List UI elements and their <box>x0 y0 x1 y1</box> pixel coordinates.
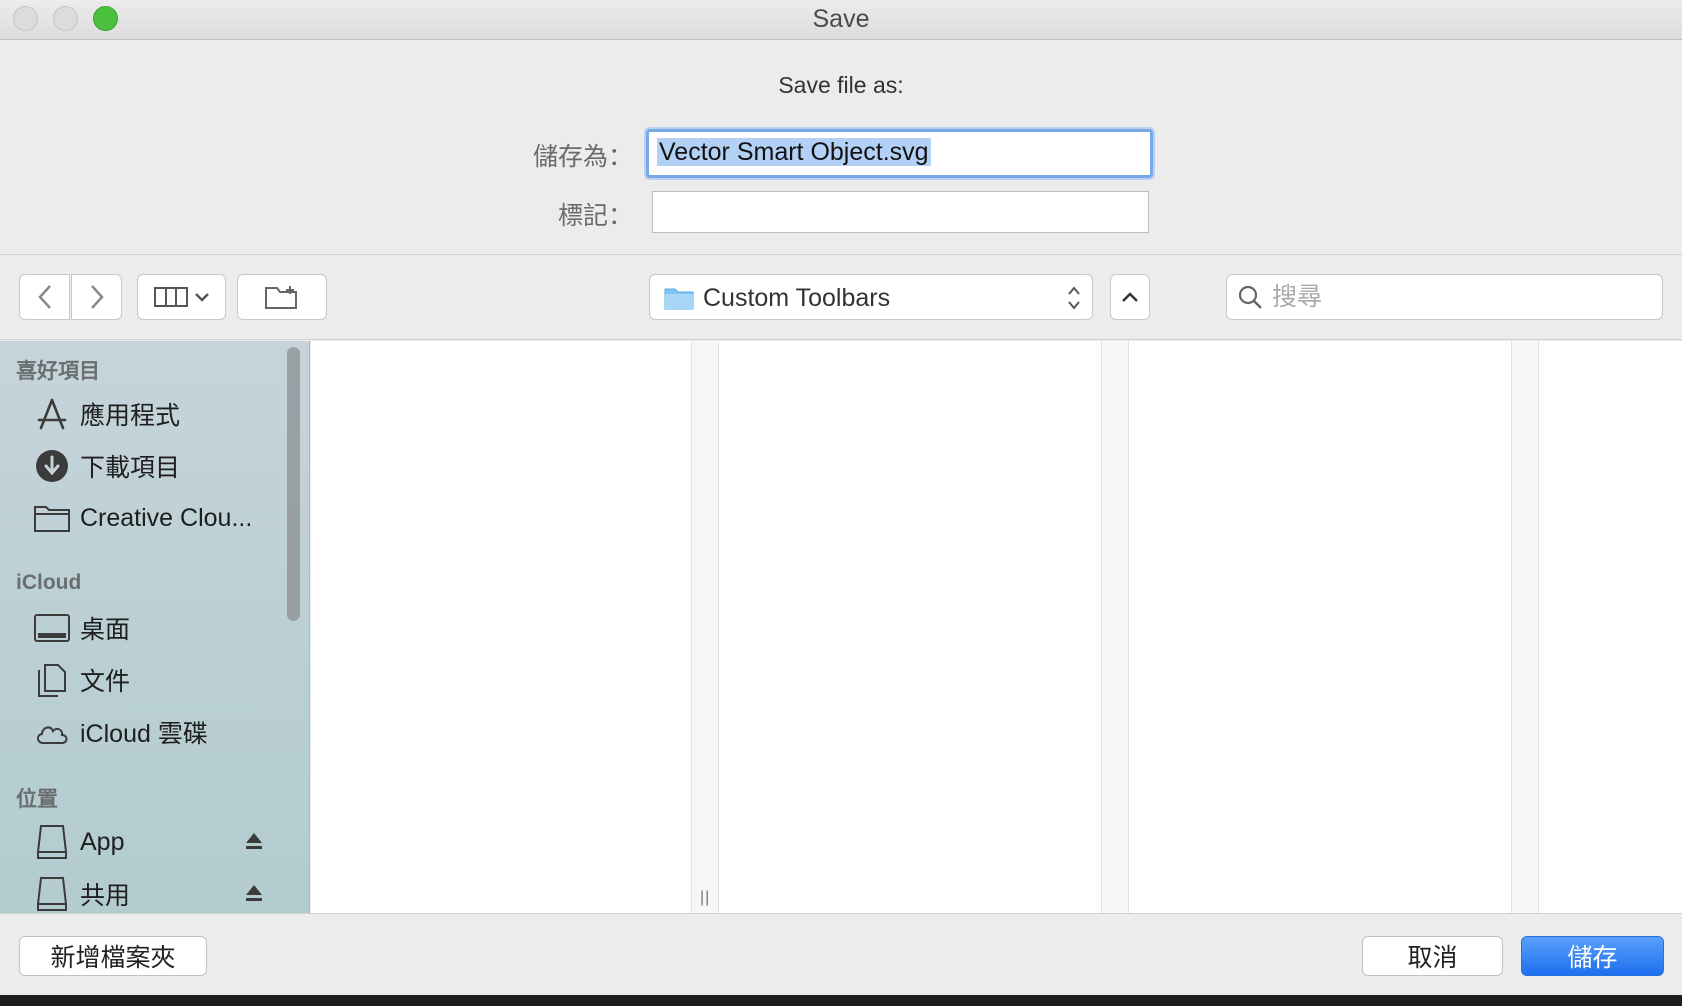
eject-icon[interactable] <box>244 883 264 903</box>
sidebar-item-label: 應用程式 <box>80 402 181 430</box>
sidebar-item-label: Creative Clou... <box>80 503 253 532</box>
save-form: Save file as: 儲存為： Vector Smart Object.s… <box>0 41 1682 255</box>
sidebar-item-app-volume[interactable]: App <box>34 822 274 862</box>
back-button[interactable] <box>19 274 70 320</box>
sidebar-item-label: 下載項目 <box>80 454 181 482</box>
sidebar-item-desktop[interactable]: 桌面 <box>34 608 274 648</box>
desktop-icon <box>34 610 70 646</box>
downloads-icon <box>34 448 70 484</box>
save-button[interactable]: 儲存 <box>1521 936 1664 976</box>
expand-collapse-button[interactable] <box>1110 274 1150 320</box>
bottom-bar: 新增檔案夾 取消 儲存 <box>0 913 1682 995</box>
window-title: Save <box>812 5 870 33</box>
sidebar-item-label: App <box>80 827 125 856</box>
view-options-button[interactable] <box>137 274 226 320</box>
sidebar-item-creative-cloud[interactable]: Creative Clou... <box>34 498 274 538</box>
search-field[interactable] <box>1226 274 1663 320</box>
chevron-right-icon <box>90 285 104 309</box>
column-divider[interactable] <box>1511 341 1539 913</box>
location-popup[interactable]: Custom Toolbars <box>649 274 1093 320</box>
save-dialog: Save Save file as: 儲存為： Vector Smart Obj… <box>0 0 1682 995</box>
sidebar-item-label: 桌面 <box>80 616 131 644</box>
eject-icon[interactable] <box>244 831 264 851</box>
up-down-chevron-icon <box>1068 286 1080 310</box>
drive-icon <box>34 876 70 912</box>
folder-icon <box>34 500 70 536</box>
column-divider[interactable]: || <box>691 341 719 913</box>
chevron-down-icon <box>194 293 209 302</box>
chevron-left-icon <box>37 285 51 309</box>
tags-label: 標記： <box>557 202 633 230</box>
save-as-heading: Save file as: <box>778 72 904 98</box>
sidebar-scrollbar[interactable] <box>287 347 300 621</box>
chevron-up-icon <box>1122 292 1138 302</box>
sidebar-item-label: iCloud 雲碟 <box>80 720 208 748</box>
sidebar-item-shared-volume[interactable]: 共用 <box>34 874 274 913</box>
sidebar-heading-locations: 位置 <box>16 788 58 811</box>
sidebar-item-label: 文件 <box>80 668 131 696</box>
sidebar-heading-icloud: iCloud <box>16 571 82 594</box>
sidebar-item-label: 共用 <box>80 882 131 910</box>
folder-icon <box>664 288 694 310</box>
sidebar-heading-favorites: 喜好項目 <box>16 360 100 383</box>
new-folder-toolbar-button[interactable] <box>237 274 327 320</box>
forward-button[interactable] <box>71 274 122 320</box>
sidebar: 喜好項目 應用程式 下載項目 Creative Clou... iCloud 桌… <box>0 341 310 913</box>
sidebar-item-icloud-drive[interactable]: iCloud 雲碟 <box>34 712 274 752</box>
sidebar-item-documents[interactable]: 文件 <box>34 660 274 700</box>
column-divider[interactable] <box>1101 341 1129 913</box>
filename-value[interactable]: Vector Smart Object.svg <box>657 138 931 166</box>
sidebar-item-downloads[interactable]: 下載項目 <box>34 446 274 486</box>
new-folder-icon <box>265 286 297 309</box>
filename-field[interactable]: Vector Smart Object.svg <box>646 129 1153 178</box>
drive-icon <box>34 824 70 860</box>
sidebar-item-applications[interactable]: 應用程式 <box>34 394 274 434</box>
location-label: Custom Toolbars <box>703 284 891 312</box>
search-input[interactable] <box>1272 282 1652 312</box>
save-as-label: 儲存為： <box>532 143 633 171</box>
applications-icon <box>34 396 70 432</box>
tags-field[interactable] <box>652 191 1149 233</box>
navigation-toolbar: Custom Toolbars <box>0 256 1682 340</box>
column-browser: || <box>311 341 1682 913</box>
background-strip <box>0 995 1682 1006</box>
columns-view-icon <box>153 287 188 307</box>
column-resize-handle-icon[interactable]: || <box>700 889 710 907</box>
cancel-button[interactable]: 取消 <box>1362 936 1503 976</box>
new-folder-button[interactable]: 新增檔案夾 <box>19 936 207 976</box>
cloud-icon <box>34 714 70 750</box>
documents-icon <box>34 662 70 698</box>
search-icon <box>1238 285 1262 309</box>
title-bar: Save <box>0 0 1682 40</box>
